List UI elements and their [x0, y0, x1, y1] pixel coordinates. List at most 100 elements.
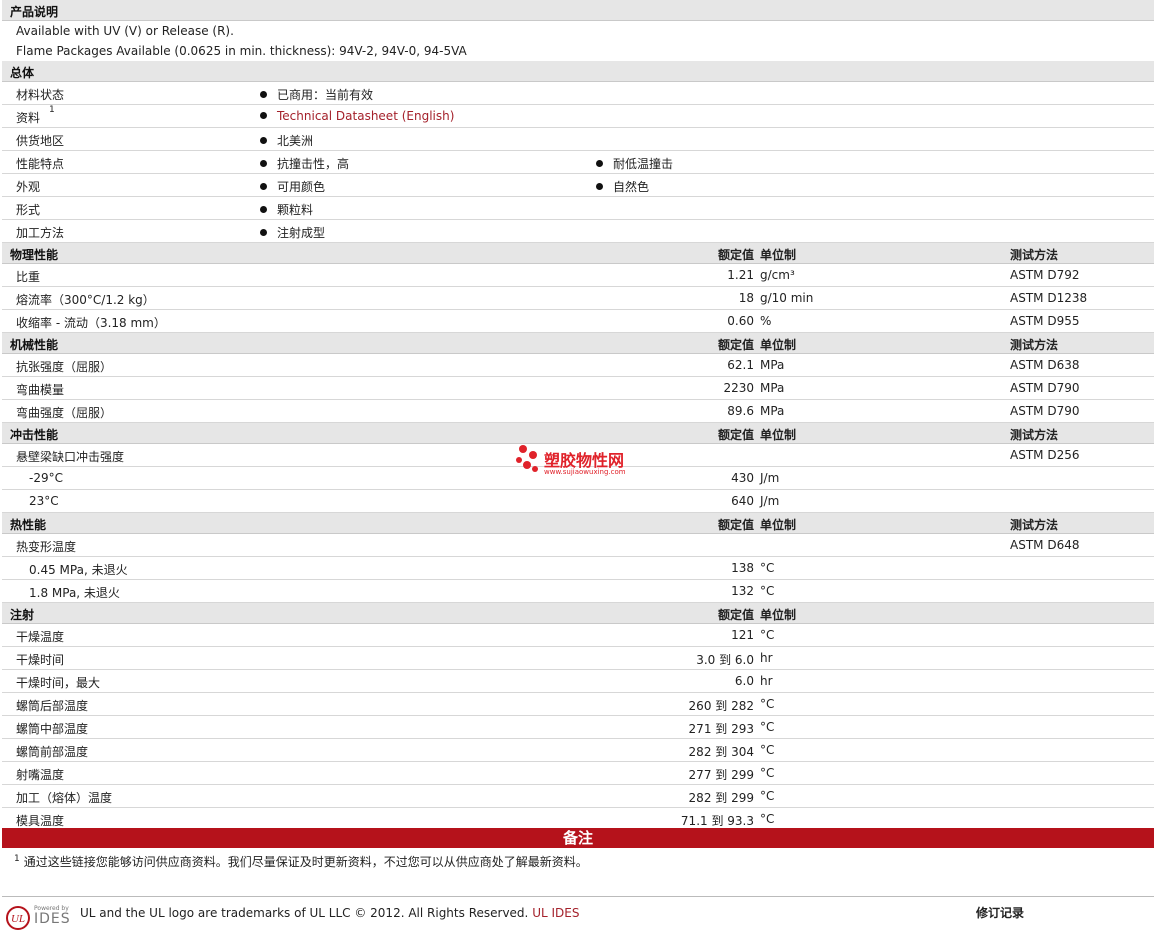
nominal-value: 640: [731, 494, 754, 508]
datasheet-link[interactable]: Technical Datasheet (English): [277, 109, 454, 123]
section-header-impact: 冲击性能 额定值 单位制 测试方法: [2, 423, 1154, 444]
general-row: 资料 1 Technical Datasheet (English): [2, 105, 1154, 128]
ul-ides-link[interactable]: UL IDES: [532, 906, 579, 920]
property-label: 干燥时间，最大: [16, 676, 101, 690]
nominal-value: 0.60: [727, 314, 754, 328]
property-value: 自然色: [596, 178, 649, 195]
nominal-value: 277 到 299: [688, 768, 754, 782]
nominal-value: 430: [731, 471, 754, 485]
unit-value: °C: [760, 789, 775, 803]
bullet-icon: [596, 160, 603, 167]
injection-row: 螺筒中部温度 271 到 293 °C: [2, 716, 1154, 739]
description-line: Flame Packages Available (0.0625 in min.…: [2, 41, 1154, 61]
nominal-value: 6.0: [734, 674, 754, 688]
unit-value: J/m: [760, 471, 780, 485]
property-value: 耐低温撞击: [596, 155, 673, 172]
property-label: 0.45 MPa, 未退火: [29, 563, 128, 577]
general-row: 性能特点 抗撞击性，高 耐低温撞击: [2, 151, 1154, 174]
logo-ides: IDES: [34, 911, 71, 927]
value-text: 已商用：当前有效: [277, 88, 374, 102]
nominal-value: 138: [731, 561, 754, 575]
property-value: 可用颜色: [260, 178, 325, 195]
watermark-dots-icon: [516, 445, 538, 472]
nominal-value: 71.1 到 93.3: [680, 814, 754, 828]
bullet-icon: [260, 183, 267, 190]
unit-value: hr: [760, 674, 773, 688]
unit-value: %: [760, 314, 772, 328]
property-label: 干燥温度: [16, 630, 65, 644]
column-unit: 单位制: [760, 428, 797, 442]
site-watermark: 塑胶物性网 www.sujiaowuxing.com: [514, 443, 644, 479]
mechanical-row: 弯曲模量 2230 MPa ASTM D790: [2, 377, 1154, 400]
property-label: 加工方法: [16, 226, 65, 240]
property-label: -29°C: [29, 471, 63, 485]
column-test-method: 测试方法: [1010, 428, 1059, 442]
section-header-injection: 注射 额定值 单位制: [2, 603, 1154, 624]
nominal-value: 18: [738, 291, 754, 305]
unit-value: g/cm³: [760, 268, 795, 282]
bullet-icon: [260, 112, 267, 119]
property-label: 性能特点: [16, 157, 65, 171]
section-header-mechanical: 机械性能 额定值 单位制 测试方法: [2, 333, 1154, 354]
mechanical-row: 抗张强度（屈服） 62.1 MPa ASTM D638: [2, 354, 1154, 377]
mechanical-row: 弯曲强度（屈服） 89.6 MPa ASTM D790: [2, 400, 1154, 423]
watermark-url: www.sujiaowuxing.com: [544, 468, 626, 476]
thermal-row: 1.8 MPa, 未退火 132 °C: [2, 580, 1154, 603]
column-test-method: 测试方法: [1010, 248, 1059, 262]
value-text: 北美洲: [277, 134, 314, 148]
property-value: 北美洲: [260, 132, 313, 149]
property-value: 抗撞击性，高: [260, 155, 349, 172]
copyright-text: UL and the UL logo are trademarks of UL …: [80, 906, 529, 920]
nominal-value: 271 到 293: [688, 722, 754, 736]
property-value: Technical Datasheet (English): [260, 109, 454, 123]
unit-value: °C: [760, 584, 775, 598]
bullet-icon: [260, 206, 267, 213]
test-method: ASTM D256: [1010, 448, 1080, 462]
section-header-physical: 物理性能 额定值 单位制 测试方法: [2, 243, 1154, 264]
injection-row: 加工（熔体）温度 282 到 299 °C: [2, 785, 1154, 808]
general-row: 材料状态 已商用：当前有效: [2, 82, 1154, 105]
test-method: ASTM D1238: [1010, 291, 1088, 305]
property-label: 熔流率（300°C/1.2 kg）: [16, 293, 155, 307]
bullet-icon: [260, 91, 267, 98]
bullet-icon: [596, 183, 603, 190]
section-title: 机械性能: [10, 338, 59, 352]
property-label: 外观: [16, 180, 41, 194]
section-header-description: 产品说明: [2, 0, 1154, 21]
footnote-text: 通过这些链接您能够访问供应商资料。我们尽量保证及时更新资料，不过您可以从供应商处…: [23, 855, 588, 869]
property-label: 形式: [16, 203, 41, 217]
unit-value: °C: [760, 697, 775, 711]
injection-row: 螺筒后部温度 260 到 282 °C: [2, 693, 1154, 716]
injection-row: 螺筒前部温度 282 到 304 °C: [2, 739, 1154, 762]
general-row: 形式 颗粒料: [2, 197, 1154, 220]
section-title: 总体: [10, 66, 35, 80]
property-label: 抗张强度（屈服）: [16, 360, 113, 374]
column-nominal: 额定值: [717, 338, 754, 352]
unit-value: hr: [760, 651, 773, 665]
property-label: 模具温度: [16, 814, 65, 828]
unit-value: J/m: [760, 494, 780, 508]
physical-row: 熔流率（300°C/1.2 kg） 18 g/10 min ASTM D1238: [2, 287, 1154, 310]
section-title: 物理性能: [10, 248, 59, 262]
value-text: 可用颜色: [277, 180, 326, 194]
physical-row: 收缩率 - 流动（3.18 mm） 0.60% ASTM D955: [2, 310, 1154, 333]
section-title: 注射: [10, 608, 35, 622]
footer-divider: [2, 896, 1154, 897]
nominal-value: 1.21: [727, 268, 754, 282]
nominal-value: 3.0 到 6.0: [696, 653, 754, 667]
section-title: 冲击性能: [10, 428, 59, 442]
unit-value: °C: [760, 561, 775, 575]
value-text: 颗粒料: [277, 203, 314, 217]
description-text: Available with UV (V) or Release (R).: [16, 24, 234, 38]
column-nominal: 额定值: [717, 518, 754, 532]
test-method: ASTM D792: [1010, 268, 1080, 282]
test-method: ASTM D638: [1010, 358, 1080, 372]
bullet-icon: [260, 137, 267, 144]
nominal-value: 132: [731, 584, 754, 598]
column-unit: 单位制: [760, 338, 797, 352]
injection-row: 射嘴温度 277 到 299 °C: [2, 762, 1154, 785]
general-row: 外观 可用颜色 自然色: [2, 174, 1154, 197]
property-label: 1.8 MPa, 未退火: [29, 586, 120, 600]
general-row: 供货地区 北美洲: [2, 128, 1154, 151]
unit-value: °C: [760, 628, 775, 642]
